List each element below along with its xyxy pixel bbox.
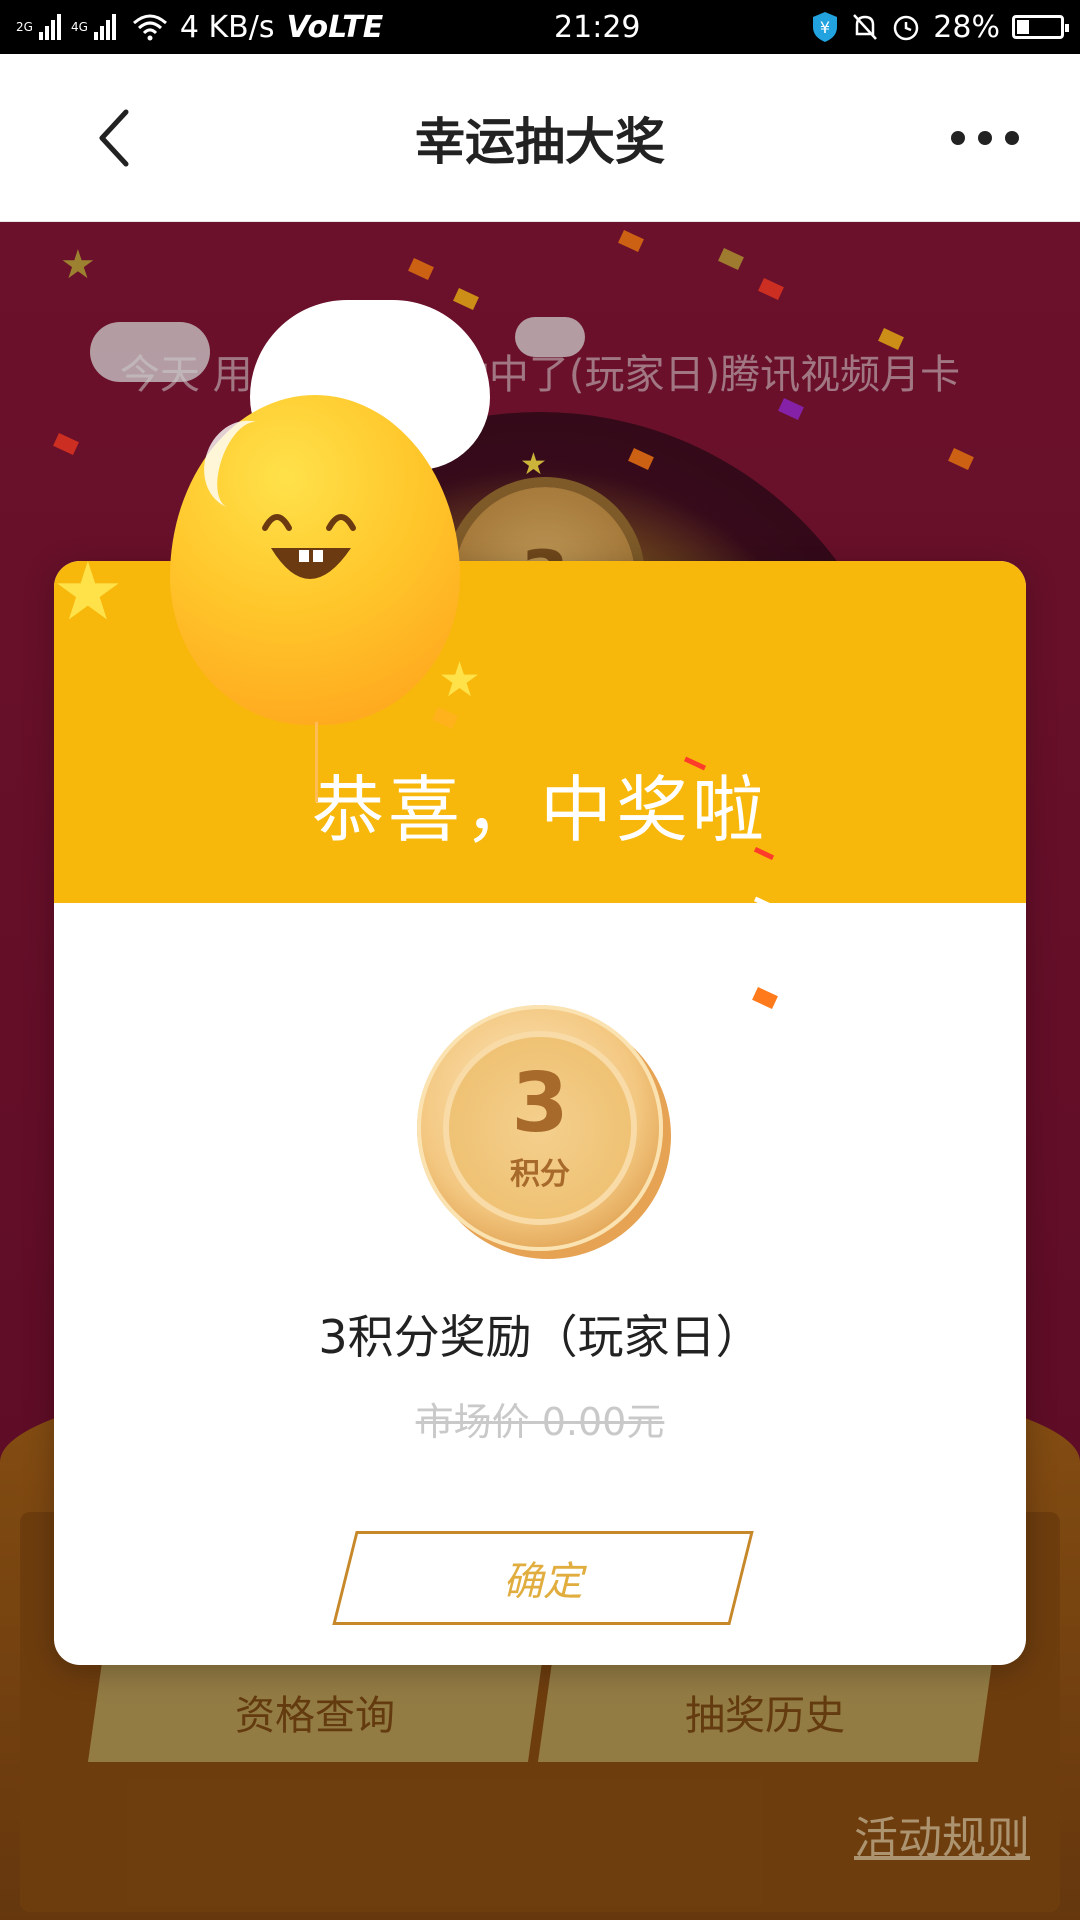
prize-modal: 恭喜，中奖啦 3 积分 3积分奖励（玩家日） 市场价 0.00元 确定 [54,561,1026,1665]
wifi-icon [132,14,167,41]
coin-value: 3 [511,1056,569,1151]
congrats-title: 恭喜，中奖啦 [311,768,768,852]
battery-percent: 28% [933,9,1000,45]
more-button[interactable] [930,108,1040,168]
signal-icon [93,14,116,40]
shield-yuan-icon: ¥ [813,12,838,42]
network-type-4g: 4G [70,20,88,34]
app-header: 幸运抽大奖 [0,54,1080,222]
network-type-2g: 2G [16,20,33,34]
status-bar: 2G 4G 4 KB/s VoLTE 21:29 ¥ 28% [0,0,1080,54]
clock: 21:29 [554,9,641,45]
coin-unit: 积分 [510,1157,570,1192]
status-right: ¥ 28% [811,9,1069,45]
back-button[interactable] [84,108,144,168]
chevron-left-icon [99,109,129,166]
network-speed: 4 KB/s [179,9,275,45]
confirm-button[interactable]: 确定 [332,1531,754,1625]
alarm-icon [894,15,919,41]
svg-text:¥: ¥ [820,18,830,37]
signal-icon [38,14,61,40]
confirm-button-label: 确定 [503,1559,583,1605]
star-decoration: ★ [438,652,482,708]
volte-indicator: VoLTE [286,9,384,45]
star-decoration: ★ [52,545,124,638]
bell-muted-icon [853,14,878,40]
confetti [752,987,778,1009]
signal-group: 2G 4G [16,14,120,40]
market-price: 市场价 0.00元 [415,1400,665,1444]
status-left: 2G 4G 4 KB/s VoLTE [16,10,383,45]
prize-name: 3积分奖励（玩家日） [318,1310,762,1364]
points-coin: 3 积分 [417,1005,663,1251]
page-title: 幸运抽大奖 [415,112,665,171]
coin-face: 3 积分 [449,1037,631,1219]
balloon-face-icon [262,514,356,579]
balloon-string [315,722,318,802]
battery-icon [1011,15,1069,39]
more-dots-icon [951,130,1019,145]
